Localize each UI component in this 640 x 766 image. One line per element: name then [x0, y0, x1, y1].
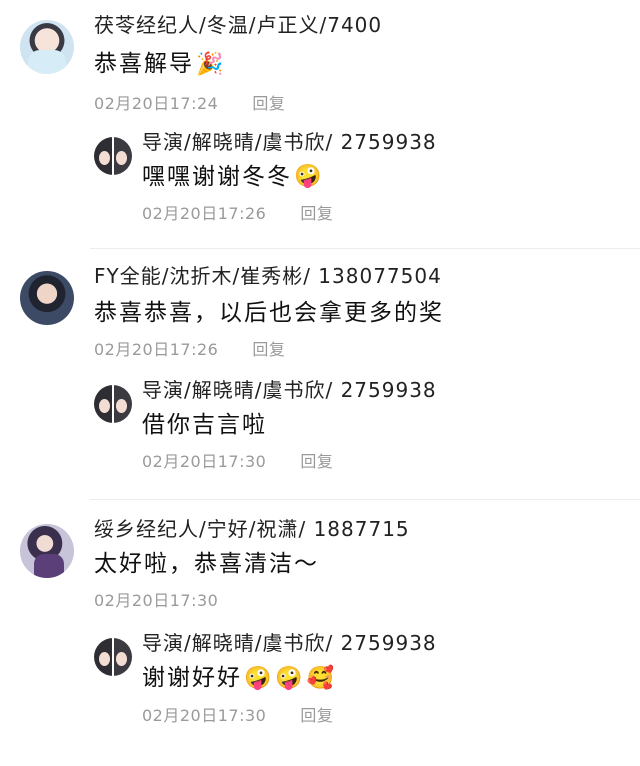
reply-meta: 02月20日17:26 回复	[142, 203, 437, 225]
reply-time: 02月20日17:30	[142, 452, 267, 471]
comment-text: 恭喜恭喜，以后也会拿更多的奖	[94, 297, 444, 329]
reply-text: 借你吉言啦	[142, 409, 437, 441]
reply-button[interactable]: 回复	[300, 706, 333, 725]
reply-body: 导演/解晓晴/虞书欣/ 2759938 嘿嘿谢谢冬冬🤪 02月20日17:26 回…	[142, 129, 437, 226]
comment-author[interactable]: FY全能/沈折木/崔秀彬/ 138077504	[94, 263, 444, 289]
comment-meta: 02月20日17:24 回复	[94, 93, 382, 115]
reply-time: 02月20日17:30	[142, 705, 267, 725]
comment-thread: FY全能/沈折木/崔秀彬/ 138077504 恭喜恭喜，以后也会拿更多的奖 0…	[0, 249, 640, 499]
avatar[interactable]	[94, 638, 132, 676]
comment-time: 02月20日17:24	[94, 93, 219, 113]
comment-meta: 02月20日17:26 回复	[94, 339, 444, 361]
reply-comment: 导演/解晓晴/虞书欣/ 2759938 谢谢好好🤪🤪🥰 02月20日17:30 回…	[92, 630, 640, 727]
comment-body: FY全能/沈折木/崔秀彬/ 138077504 恭喜恭喜，以后也会拿更多的奖 0…	[94, 263, 444, 361]
reply-time: 02月20日17:26	[142, 204, 267, 223]
comment-text: 太好啦，恭喜清洁～	[94, 548, 410, 580]
comment-author[interactable]: 绥乡经纪人/宁好/祝潇/ 1887715	[94, 516, 410, 542]
avatar[interactable]	[20, 271, 74, 325]
comment-text: 恭喜解导🎉	[94, 48, 382, 81]
comment-thread: 茯苓经纪人/冬温/卢正义/7400 恭喜解导🎉 02月20日17:24 回复 导演…	[0, 0, 640, 248]
zany-face-icon: 🤪	[244, 665, 274, 691]
comment-text-content: 太好啦，恭喜清洁～	[94, 551, 319, 577]
reply-author[interactable]: 导演/解晓晴/虞书欣/ 2759938	[142, 630, 437, 656]
reply-text-content: 谢谢好好	[142, 665, 242, 691]
reply-comment: 导演/解晓晴/虞书欣/ 2759938 借你吉言啦 02月20日17:30 回复	[92, 377, 640, 473]
reply-body: 导演/解晓晴/虞书欣/ 2759938 谢谢好好🤪🤪🥰 02月20日17:30 回…	[142, 630, 437, 727]
reply-meta: 02月20日17:30 回复	[142, 451, 437, 473]
comment: 茯苓经纪人/冬温/卢正义/7400 恭喜解导🎉 02月20日17:24 回复	[0, 12, 640, 115]
comment-body: 茯苓经纪人/冬温/卢正义/7400 恭喜解导🎉 02月20日17:24 回复	[94, 12, 382, 115]
comment-text-content: 恭喜恭喜，以后也会拿更多的奖	[94, 300, 444, 326]
reply-text: 嘿嘿谢谢冬冬🤪	[142, 161, 437, 194]
reply-meta: 02月20日17:30 回复	[142, 705, 437, 727]
reply-author[interactable]: 导演/解晓晴/虞书欣/ 2759938	[142, 377, 437, 403]
comment-body: 绥乡经纪人/宁好/祝潇/ 1887715 太好啦，恭喜清洁～ 02月20日17:…	[94, 516, 410, 612]
comment-author[interactable]: 茯苓经纪人/冬温/卢正义/7400	[94, 12, 382, 38]
smiling-face-with-hearts-icon: 🥰	[306, 665, 337, 691]
zany-face-icon: 🤪	[294, 164, 324, 189]
avatar[interactable]	[20, 20, 74, 74]
reply-button[interactable]: 回复	[300, 452, 333, 471]
reply-button[interactable]: 回复	[300, 204, 333, 223]
comment-time: 02月20日17:26	[94, 340, 219, 359]
reply-comment: 导演/解晓晴/虞书欣/ 2759938 嘿嘿谢谢冬冬🤪 02月20日17:26 回…	[92, 129, 640, 226]
reply-text-content: 嘿嘿谢谢冬冬	[142, 163, 292, 190]
comment: 绥乡经纪人/宁好/祝潇/ 1887715 太好啦，恭喜清洁～ 02月20日17:…	[0, 516, 640, 612]
zany-face-icon: 🤪	[275, 665, 305, 691]
reply-author[interactable]: 导演/解晓晴/虞书欣/ 2759938	[142, 129, 437, 155]
reply-text: 谢谢好好🤪🤪🥰	[142, 662, 437, 695]
avatar[interactable]	[20, 524, 74, 578]
comment-meta: 02月20日17:30	[94, 590, 410, 612]
avatar[interactable]	[94, 136, 132, 175]
comment-thread: 绥乡经纪人/宁好/祝潇/ 1887715 太好啦，恭喜清洁～ 02月20日17:…	[0, 500, 640, 766]
comment-text-content: 恭喜解导	[94, 51, 194, 77]
avatar[interactable]	[94, 385, 132, 423]
reply-text-content: 借你吉言啦	[142, 412, 267, 438]
reply-button[interactable]: 回复	[252, 94, 285, 113]
reply-body: 导演/解晓晴/虞书欣/ 2759938 借你吉言啦 02月20日17:30 回复	[142, 377, 437, 473]
comment: FY全能/沈折木/崔秀彬/ 138077504 恭喜恭喜，以后也会拿更多的奖 0…	[0, 263, 640, 361]
reply-button[interactable]: 回复	[252, 340, 285, 359]
comment-time: 02月20日17:30	[94, 591, 219, 610]
party-popper-icon: 🎉	[196, 51, 226, 77]
